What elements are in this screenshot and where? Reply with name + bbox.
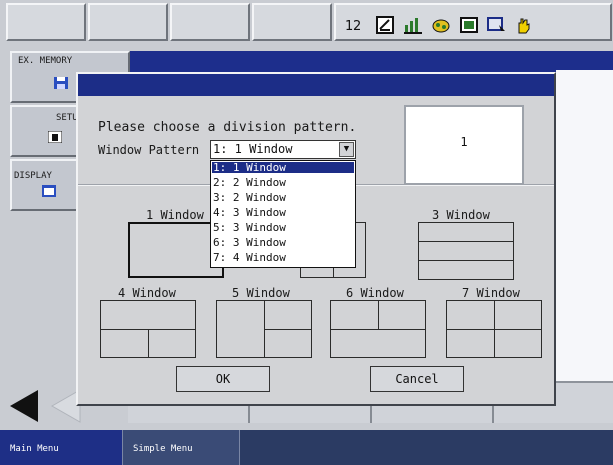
pattern-1-label: 1 Window — [146, 208, 204, 222]
setup-icon — [48, 131, 62, 143]
dropdown-option-5[interactable]: 5: 3 Window — [212, 222, 354, 233]
svg-text:2: 2 — [353, 19, 361, 34]
window-pattern-label: Window Pattern — [98, 143, 200, 157]
top-segment-2[interactable] — [88, 3, 168, 41]
top-status-bar: 12 — [0, 0, 613, 44]
dropdown-option-4[interactable]: 4: 3 Window — [212, 207, 354, 218]
cursor-window-icon[interactable] — [486, 15, 508, 37]
tab-main-menu[interactable]: Main Menu — [0, 430, 122, 465]
floppy-disk-icon — [54, 77, 68, 89]
pattern-6-label: 6 Window — [346, 286, 404, 300]
dialog-title-bar — [78, 74, 554, 96]
right-white-panel — [556, 70, 613, 381]
tab-simple-menu[interactable]: Simple Menu — [122, 430, 240, 465]
dropdown-option-6[interactable]: 6: 3 Window — [212, 237, 354, 248]
pattern-4-option[interactable] — [100, 300, 196, 358]
dialog-prompt: Please choose a division pattern. — [98, 120, 357, 135]
pattern-6-option[interactable] — [330, 300, 426, 358]
display-label: DISPLAY — [14, 171, 52, 181]
pattern-5-option[interactable] — [216, 300, 312, 358]
dropdown-option-7[interactable]: 7: 4 Window — [212, 252, 354, 263]
pattern-5-h-divider — [264, 329, 311, 330]
robot-coordinate-icon[interactable]: 12 — [344, 15, 366, 37]
cancel-button[interactable]: Cancel — [370, 366, 464, 392]
window-pattern-dropdown-list: 1: 1 Window 2: 2 Window 3: 2 Window 4: 3… — [210, 160, 356, 268]
pattern-3-divider-a — [419, 241, 513, 242]
preview-number: 1 — [460, 135, 468, 149]
display-window-icon — [42, 185, 56, 197]
pattern-6-v-divider — [378, 301, 379, 329]
dropdown-option-3[interactable]: 3: 2 Window — [212, 192, 354, 203]
top-segment-3[interactable] — [170, 3, 250, 41]
pattern-7-option[interactable] — [446, 300, 542, 358]
pattern-4-v-divider — [148, 329, 149, 357]
pattern-3-divider-b — [419, 260, 513, 261]
top-segment-4[interactable] — [252, 3, 332, 41]
pattern-7-v-divider — [494, 301, 495, 357]
pattern-4-label: 4 Window — [118, 286, 176, 300]
window-pattern-select[interactable]: 1: 1 Window ▼ — [210, 140, 356, 159]
pattern-6-h-divider — [331, 329, 425, 330]
chevron-down-icon[interactable]: ▼ — [339, 142, 354, 157]
top-segment-1[interactable] — [6, 3, 86, 41]
teach-icon[interactable] — [430, 15, 452, 37]
pattern-preview: 1 — [404, 105, 524, 185]
pattern-5-label: 5 Window — [232, 286, 290, 300]
pattern-3-label: 3 Window — [432, 208, 490, 222]
setup-label: SETU — [56, 113, 78, 123]
dropdown-option-1[interactable]: 1: 1 Window — [212, 162, 354, 173]
pattern-7-label: 7 Window — [462, 286, 520, 300]
status-icon-strip: 12 — [334, 3, 612, 41]
back-arrow-icon — [10, 390, 38, 422]
ex-memory-label: EX. MEMORY — [18, 56, 73, 66]
division-pattern-dialog: Please choose a division pattern. Window… — [76, 72, 556, 406]
dropdown-option-2[interactable]: 2: 2 Window — [212, 177, 354, 188]
edit-mode-icon[interactable] — [374, 15, 396, 37]
panel-icon[interactable] — [458, 15, 480, 37]
chart-icon[interactable] — [402, 15, 424, 37]
hand-icon[interactable] — [512, 15, 534, 37]
select-value: 1: 1 Window — [213, 142, 293, 156]
ok-button[interactable]: OK — [176, 366, 270, 392]
pattern-3-option[interactable] — [418, 222, 514, 280]
